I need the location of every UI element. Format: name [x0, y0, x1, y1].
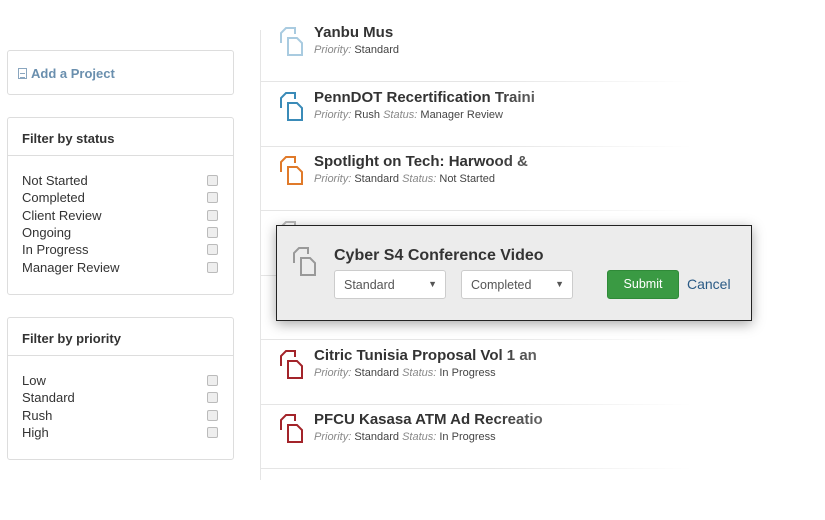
status-value: In Progress [439, 366, 496, 379]
project-row[interactable]: PFCU Kasasa ATM Ad Recreatio Priority: S… [261, 405, 825, 469]
filter-option[interactable]: Low [22, 372, 219, 389]
project-title: PFCU Kasasa ATM Ad Recreatio [314, 411, 543, 428]
filter-option[interactable]: Completed [22, 189, 219, 206]
filter-option-label: High [22, 425, 49, 441]
project-title: Citric Tunisia Proposal Vol 1 an [314, 346, 537, 364]
priority-label: Priority: [314, 173, 352, 185]
project-meta: Priority: Standard [314, 44, 399, 56]
cancel-button[interactable]: Cancel [687, 276, 731, 292]
documents-icon [280, 156, 303, 185]
add-project-link[interactable]: Add a Project [7, 50, 234, 95]
filter-checkbox[interactable] [207, 427, 218, 439]
filter-option[interactable]: Client Review [22, 207, 219, 224]
project-title: Spotlight on Tech: Harwood & [314, 153, 528, 170]
caret-down-icon: ▼ [428, 279, 437, 289]
filter-option-label: Standard [22, 390, 75, 406]
filter-checkbox[interactable] [207, 175, 218, 187]
status-value: Manager Review [420, 108, 503, 121]
filter-checkbox[interactable] [207, 209, 218, 221]
filter-checkbox[interactable] [207, 392, 218, 404]
project-meta: Priority: Standard Status: In Progress [314, 367, 496, 379]
priority-label: Priority: [314, 44, 352, 56]
status-filter-panel: Filter by status Not Started Completed Cli… [7, 117, 234, 295]
priority-select[interactable]: Standard ▼ [334, 270, 446, 299]
project-meta: Priority: Standard Status: Not Started [314, 173, 495, 185]
filter-option-label: Ongoing [22, 225, 72, 241]
priority-filter-title: Filter by priority [8, 318, 233, 356]
filter-option-label: Not Started [22, 173, 88, 189]
filter-option-label: Completed [22, 190, 85, 206]
filter-checkbox[interactable] [207, 409, 218, 421]
project-title: PennDOT Recertification Traini [314, 88, 535, 106]
project-row[interactable]: PennDOT Recertification Traini Priority:… [261, 83, 825, 147]
filter-option[interactable]: Rush [22, 407, 219, 424]
priority-value: Standard [354, 366, 399, 379]
priority-filter-panel: Filter by priority Low Standard Rush High [7, 317, 234, 460]
documents-icon [280, 349, 303, 379]
project-meta: Priority: Rush Status: Manager Review [314, 109, 503, 121]
documents-icon [280, 91, 303, 121]
priority-value: Standard [354, 431, 399, 443]
status-filter-title: Filter by status [8, 118, 233, 156]
filter-checkbox[interactable] [207, 261, 218, 273]
status-value: In Progress [439, 431, 496, 443]
documents-icon [280, 414, 303, 443]
priority-value: Rush [354, 108, 381, 121]
documents-icon [293, 247, 316, 276]
filter-option[interactable]: High [22, 424, 219, 441]
filter-option[interactable]: Manager Review [22, 258, 219, 275]
priority-label: Priority: [314, 108, 352, 121]
filter-checkbox[interactable] [207, 375, 218, 387]
project-row[interactable]: Yanbu Mus Priority: Standard [261, 18, 825, 82]
filter-option-label: Manager Review [22, 259, 120, 275]
priority-label: Priority: [314, 366, 352, 379]
dialog-title: Cyber S4 Conference Video [334, 247, 544, 264]
project-title: Yanbu Mus [314, 24, 394, 41]
priority-value: Standard [354, 44, 399, 56]
priority-label: Priority: [314, 431, 352, 443]
filter-option[interactable]: Standard [22, 389, 219, 406]
filter-checkbox[interactable] [207, 244, 218, 256]
status-label: Status: [402, 431, 437, 443]
documents-icon [280, 27, 303, 56]
filter-option[interactable]: Ongoing [22, 224, 219, 241]
status-select[interactable]: Completed ▼ [461, 270, 573, 299]
filter-option[interactable]: Not Started [22, 172, 219, 189]
priority-select-value: Standard [344, 278, 395, 292]
project-row[interactable]: Citric Tunisia Proposal Vol 1 an Priorit… [261, 341, 825, 405]
filter-option-label: Client Review [22, 207, 102, 223]
status-label: Status: [402, 173, 437, 185]
project-meta: Priority: Standard Status: In Progress [314, 431, 496, 443]
add-project-label: Add a Project [31, 66, 115, 81]
filter-checkbox[interactable] [207, 192, 218, 204]
submit-button[interactable]: Submit [607, 270, 679, 299]
filter-option-label: Low [22, 373, 46, 389]
filter-checkbox[interactable] [207, 227, 218, 239]
filter-option-label: Rush [22, 407, 53, 423]
priority-value: Standard [354, 173, 399, 185]
caret-down-icon: ▼ [555, 279, 564, 289]
status-select-value: Completed [471, 278, 532, 292]
project-row[interactable]: Spotlight on Tech: Harwood & Priority: S… [261, 147, 825, 211]
status-label: Status: [383, 108, 418, 121]
document-icon [18, 68, 27, 79]
status-value: Not Started [439, 173, 496, 185]
filter-option-label: In Progress [22, 242, 89, 258]
status-label: Status: [402, 366, 437, 379]
filter-option[interactable]: In Progress [22, 241, 219, 258]
edit-project-dialog: Cyber S4 Conference Video Standard ▼ Comp… [276, 225, 752, 321]
